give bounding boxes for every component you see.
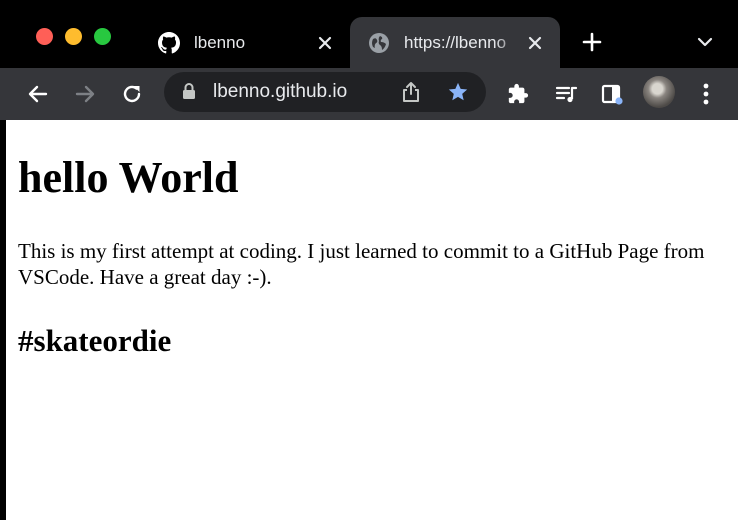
plus-icon: [582, 32, 602, 52]
tab-active[interactable]: https://lbenno: [350, 17, 560, 68]
tab-strip: lbenno https://lbenno: [0, 0, 738, 68]
close-icon[interactable]: [524, 32, 546, 54]
browser-window: lbenno https://lbenno lbenno.github.io h…: [0, 0, 738, 520]
tab-search-button[interactable]: [692, 30, 718, 54]
side-panel-icon: [601, 84, 623, 105]
globe-icon: [368, 32, 390, 54]
media-controls-button[interactable]: [552, 80, 580, 108]
page-viewport: hello World This is my first attempt at …: [6, 120, 738, 520]
window-controls: [36, 28, 111, 45]
page-paragraph: This is my first attempt at coding. I ju…: [18, 239, 705, 289]
reload-button[interactable]: [118, 80, 146, 108]
lock-icon[interactable]: [182, 82, 196, 105]
arrow-left-icon: [28, 85, 48, 103]
side-panel-button[interactable]: [598, 80, 626, 108]
new-tab-button[interactable]: [578, 28, 606, 56]
minimize-window-button[interactable]: [65, 28, 82, 45]
puzzle-icon: [508, 83, 529, 104]
url-text[interactable]: lbenno.github.io: [213, 80, 347, 104]
close-window-button[interactable]: [36, 28, 53, 45]
bookmark-star-icon[interactable]: [447, 81, 469, 108]
playlist-music-icon: [555, 86, 578, 103]
extensions-button[interactable]: [504, 80, 532, 108]
kebab-menu-icon: [703, 83, 709, 105]
page-heading: hello World: [18, 153, 239, 202]
arrow-right-icon: [75, 85, 95, 103]
tab-lbenno[interactable]: lbenno: [140, 17, 350, 68]
avatar[interactable]: [643, 76, 675, 108]
chevron-down-icon: [697, 37, 713, 47]
menu-button[interactable]: [692, 80, 720, 108]
back-button[interactable]: [24, 80, 52, 108]
tab-title: lbenno: [194, 32, 246, 52]
reload-icon: [123, 85, 141, 103]
share-icon[interactable]: [401, 81, 421, 108]
page-subheading: #skateordie: [18, 323, 172, 358]
zoom-window-button[interactable]: [94, 28, 111, 45]
close-icon[interactable]: [314, 32, 336, 54]
tab-title: https://lbenno: [404, 32, 507, 52]
github-icon: [158, 31, 180, 54]
forward-button[interactable]: [71, 80, 99, 108]
